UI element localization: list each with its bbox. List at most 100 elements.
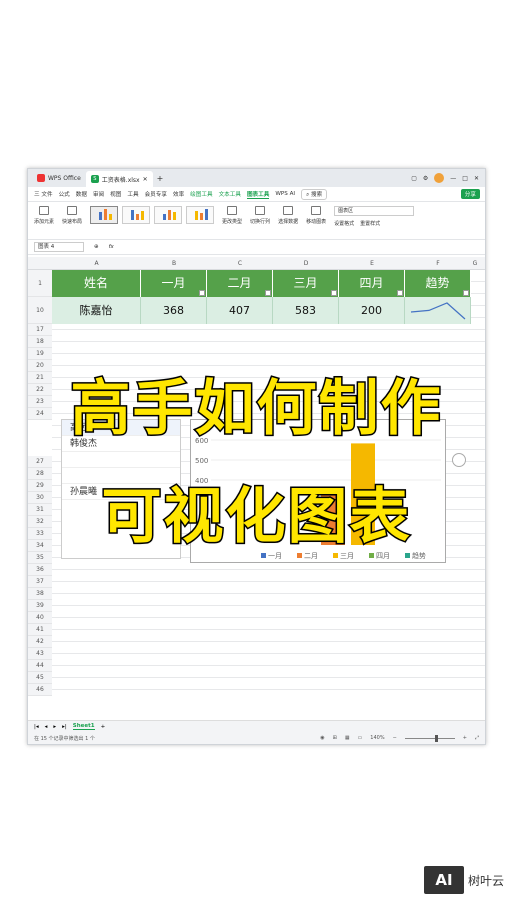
header-cell[interactable]: 姓名: [52, 270, 141, 297]
fullscreen-icon[interactable]: ⤢: [475, 735, 479, 741]
menu-member[interactable]: 会员专享: [145, 190, 167, 198]
maximize-icon[interactable]: □: [462, 175, 468, 182]
prev-sheet-icon[interactable]: ◂: [45, 724, 48, 730]
row-header[interactable]: 43: [28, 648, 52, 660]
list-item[interactable]: [62, 452, 180, 468]
next-sheet-icon[interactable]: ▸: [53, 724, 56, 730]
chart-side-settings-icon[interactable]: [452, 453, 466, 467]
row-header[interactable]: 10: [28, 297, 52, 324]
freeze-icon[interactable]: ⊞: [333, 735, 337, 741]
tab-file[interactable]: S 工资表格.xlsx ✕: [85, 171, 153, 187]
share-button[interactable]: 分享: [460, 189, 480, 199]
menu-wps-ai[interactable]: WPS AI: [275, 191, 295, 197]
filter-dropdown-icon[interactable]: [265, 290, 271, 296]
header-cell[interactable]: 一月: [141, 270, 207, 297]
column-header-e[interactable]: E: [339, 257, 405, 270]
move-chart-button[interactable]: 移动图表: [306, 206, 326, 225]
chart-style-2[interactable]: [122, 206, 151, 224]
first-sheet-icon[interactable]: |◂: [34, 724, 39, 730]
row-header[interactable]: 27: [28, 456, 52, 468]
new-tab-button[interactable]: +: [157, 174, 164, 183]
normal-view-icon[interactable]: ▦: [345, 735, 350, 741]
column-header-g[interactable]: G: [463, 257, 485, 270]
chart-style-1[interactable]: [90, 206, 119, 224]
row-header[interactable]: 39: [28, 600, 52, 612]
filter-dropdown-icon[interactable]: [397, 290, 403, 296]
tab-wps-office[interactable]: WPS Office: [32, 171, 86, 185]
minimize-icon[interactable]: —: [450, 175, 456, 182]
row-header[interactable]: 36: [28, 564, 52, 576]
row-header[interactable]: 46: [28, 684, 52, 696]
cell-sparkline[interactable]: [405, 297, 471, 324]
cell-feb[interactable]: 407: [207, 297, 273, 324]
header-cell[interactable]: 二月: [207, 270, 273, 297]
column-header-f[interactable]: F: [405, 257, 471, 270]
settings-icon[interactable]: ⚙: [423, 175, 428, 182]
zoom-out-button[interactable]: −: [393, 735, 397, 741]
column-headers: A B C D E F G: [28, 257, 485, 270]
page-view-icon[interactable]: ▭: [358, 735, 363, 741]
table-header-row: 姓名 一月 二月 三月 四月 趋势: [52, 270, 471, 297]
filter-dropdown-icon[interactable]: [331, 290, 337, 296]
menu-efficiency[interactable]: 效率: [173, 190, 184, 198]
menu-tools[interactable]: 工具: [127, 190, 138, 198]
add-element-button[interactable]: 添加元素: [34, 206, 54, 225]
row-header[interactable]: 38: [28, 588, 52, 600]
search-input[interactable]: ⌕ 搜索: [301, 188, 328, 200]
last-sheet-icon[interactable]: ▸|: [62, 724, 67, 730]
chart-style-3[interactable]: [154, 206, 183, 224]
row-header[interactable]: 37: [28, 576, 52, 588]
row-header[interactable]: 42: [28, 636, 52, 648]
row-header[interactable]: 1: [28, 270, 52, 297]
menu-data[interactable]: 数据: [76, 190, 87, 198]
row-header[interactable]: 44: [28, 660, 52, 672]
zoom-search-icon[interactable]: ⊕: [94, 244, 99, 250]
cell-apr[interactable]: 200: [339, 297, 405, 324]
row-header[interactable]: 19: [28, 348, 52, 360]
menu-text-tools[interactable]: 文本工具: [219, 190, 241, 198]
row-header[interactable]: 18: [28, 336, 52, 348]
header-cell[interactable]: 趋势: [405, 270, 471, 297]
set-format-button[interactable]: 设置格式: [334, 220, 354, 227]
avatar[interactable]: [434, 173, 445, 183]
change-type-button[interactable]: 更改类型: [222, 206, 242, 225]
chart-style-4[interactable]: [186, 206, 215, 224]
row-header[interactable]: 17: [28, 324, 52, 336]
row-header[interactable]: 41: [28, 624, 52, 636]
column-header-a[interactable]: A: [52, 257, 141, 270]
header-cell[interactable]: 三月: [273, 270, 339, 297]
zoom-slider[interactable]: [404, 734, 455, 742]
menu-drawing-tools[interactable]: 绘图工具: [190, 190, 212, 198]
restore-icon[interactable]: ▢: [411, 175, 417, 182]
menu-view[interactable]: 视图: [110, 190, 121, 198]
zoom-slider-handle[interactable]: [434, 734, 438, 742]
column-header-d[interactable]: D: [273, 257, 339, 270]
cell-mar[interactable]: 583: [273, 297, 339, 324]
column-header-b[interactable]: B: [141, 257, 207, 270]
menu-formula[interactable]: 公式: [59, 190, 70, 198]
row-header[interactable]: 40: [28, 612, 52, 624]
close-tab-icon[interactable]: ✕: [143, 176, 148, 183]
cell-jan[interactable]: 368: [141, 297, 207, 324]
row-header[interactable]: 45: [28, 672, 52, 684]
switch-rowcol-button[interactable]: 切换行列: [250, 206, 270, 225]
cell-name[interactable]: 陈嘉怡: [52, 297, 141, 324]
move-chart-label: 移动图表: [306, 219, 327, 225]
reset-style-button[interactable]: 重置样式: [360, 220, 380, 227]
chart-area-select[interactable]: 图表区: [334, 206, 415, 216]
filter-dropdown-icon[interactable]: [199, 290, 205, 296]
menu-chart-tools[interactable]: 图表工具: [246, 190, 270, 199]
filter-dropdown-icon[interactable]: [463, 290, 469, 296]
menu-review[interactable]: 审阅: [93, 190, 104, 198]
quick-layout-button[interactable]: 快速布局: [62, 206, 82, 225]
column-header-c[interactable]: C: [207, 257, 273, 270]
close-icon[interactable]: ✕: [474, 175, 479, 182]
sheet-tab[interactable]: Sheet1: [72, 723, 95, 730]
add-sheet-button[interactable]: +: [101, 724, 106, 730]
eye-icon[interactable]: ◉: [320, 735, 324, 741]
select-data-button[interactable]: 选择数据: [278, 206, 298, 225]
header-cell[interactable]: 四月: [339, 270, 405, 297]
zoom-in-button[interactable]: +: [463, 735, 467, 741]
name-box[interactable]: 图表 4: [34, 242, 84, 252]
menu-file[interactable]: 三 文件: [34, 190, 53, 198]
